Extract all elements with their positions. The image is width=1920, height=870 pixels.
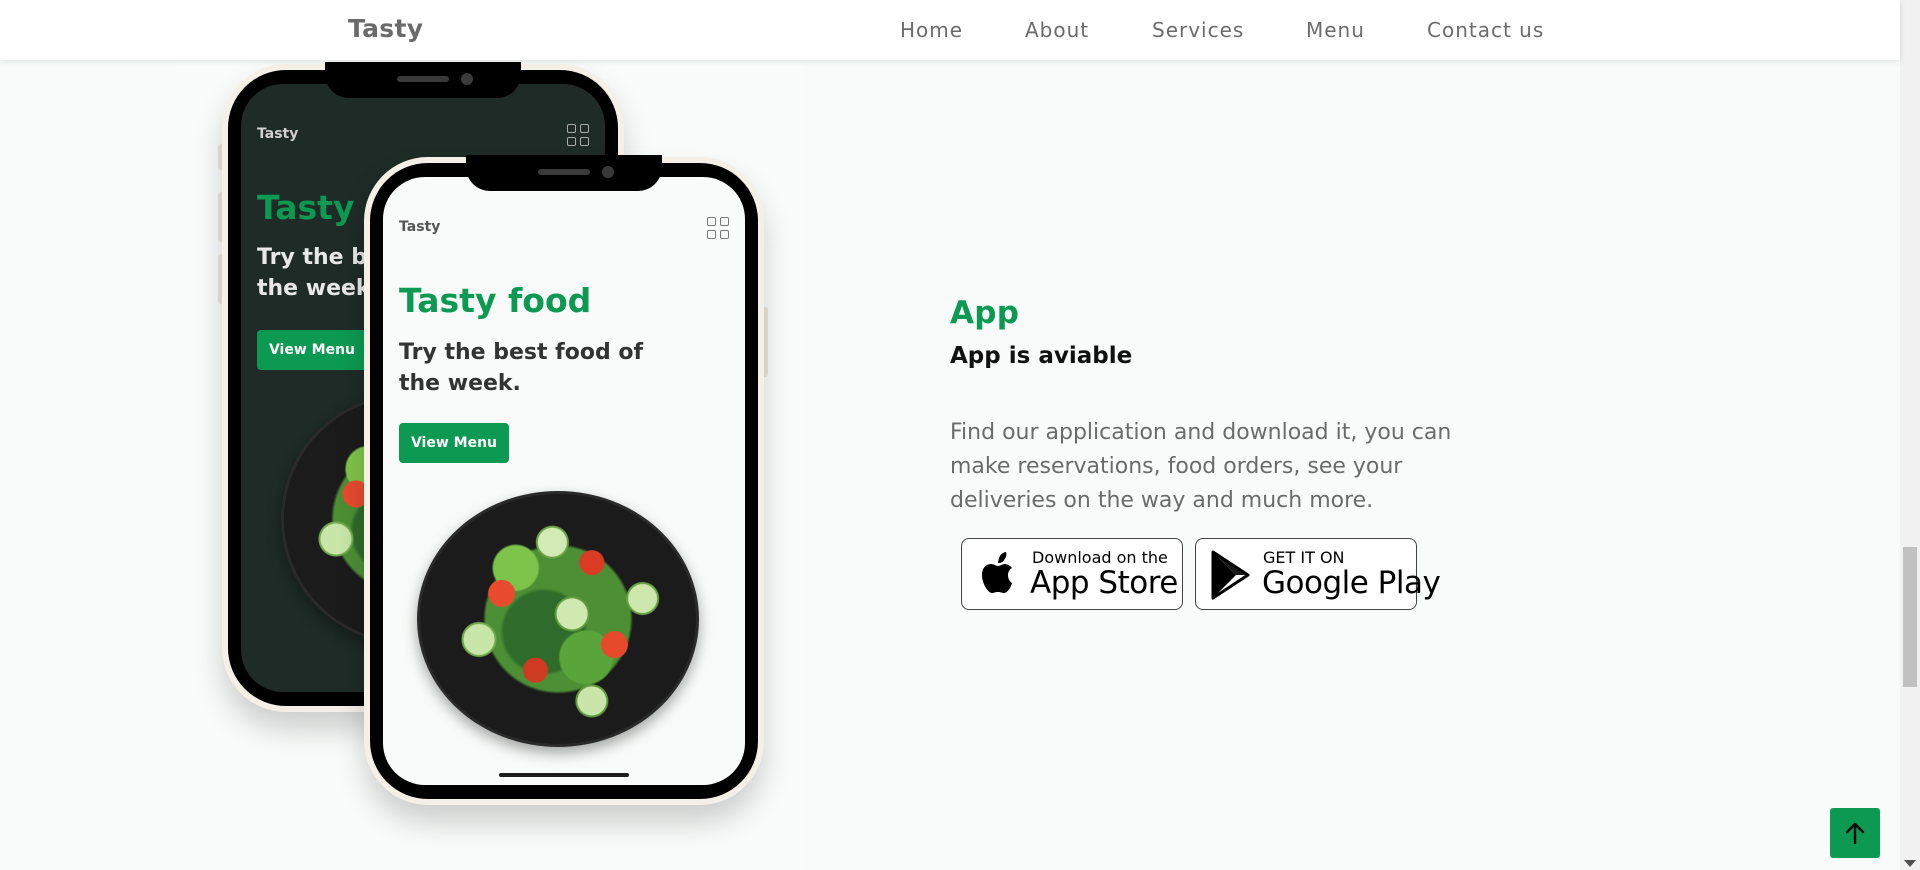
screen-title: Tasty <box>257 188 355 227</box>
site-header: Tasty Home About Services Menu Contact u… <box>0 0 1900 60</box>
nav-menu[interactable]: Menu <box>1306 18 1365 42</box>
section-heading: App is aviable <box>950 343 1133 369</box>
google-play-button[interactable]: GET IT ON Google Play <box>1195 538 1441 610</box>
app-store-button[interactable]: Download on the App Store <box>961 538 1183 610</box>
app-store-big-text: App Store <box>1030 565 1178 601</box>
screen-brand: Tasty <box>399 219 441 235</box>
home-indicator <box>499 773 629 777</box>
brand-logo[interactable]: Tasty <box>348 14 423 43</box>
scroll-down-icon[interactable] <box>1904 860 1916 867</box>
phone-screen-light: Tasty Tasty food Try the best food of th… <box>383 177 745 785</box>
nav-contact[interactable]: Contact us <box>1427 18 1544 42</box>
apple-icon <box>982 552 1012 593</box>
nav-about[interactable]: About <box>1025 18 1089 42</box>
nav-home[interactable]: Home <box>900 18 963 42</box>
phone-mockup-front: Tasty Tasty food Try the best food of th… <box>364 155 768 805</box>
arrow-up-icon <box>1845 822 1865 845</box>
scrollbar-thumb[interactable] <box>1903 547 1917 687</box>
google-play-icon <box>1211 550 1250 600</box>
section-label: App <box>950 295 1020 331</box>
screen-title: Tasty food <box>399 281 592 320</box>
nav-services[interactable]: Services <box>1152 18 1244 42</box>
page-scrollbar[interactable] <box>1900 0 1920 870</box>
salad-bowl-image <box>417 491 699 747</box>
screen-view-menu-button: View Menu <box>399 423 509 463</box>
back-to-top-button[interactable] <box>1830 808 1880 858</box>
google-play-big-text: Google Play <box>1262 565 1441 601</box>
screen-brand: Tasty <box>257 126 299 142</box>
grid-menu-icon <box>567 124 589 146</box>
grid-menu-icon <box>707 217 729 239</box>
screen-subtitle: Try the best food of the week. <box>399 340 644 396</box>
screen-view-menu-button: View Menu <box>257 330 367 370</box>
section-description: Find our application and download it, yo… <box>950 420 1452 513</box>
